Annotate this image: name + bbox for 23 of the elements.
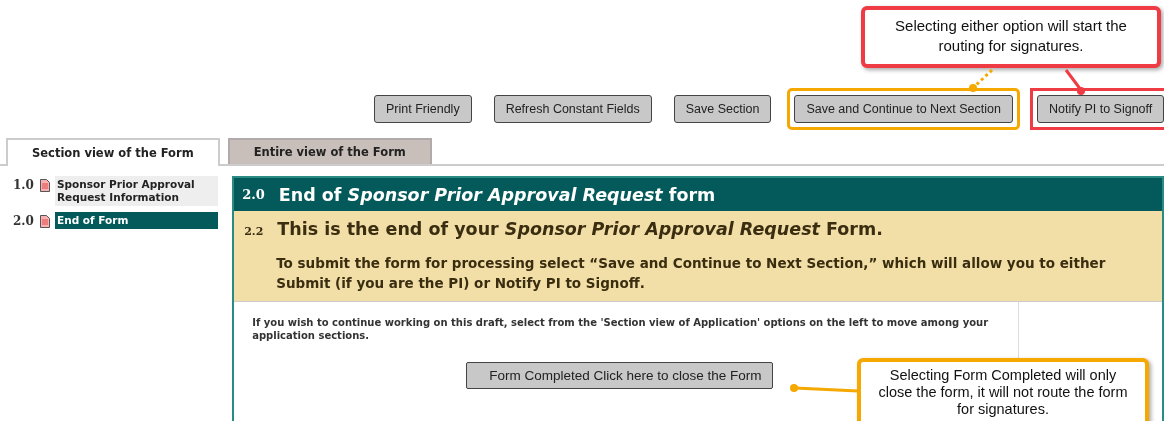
subsection-number: 2.2 <box>244 225 264 238</box>
toolbar-button[interactable]: Refresh Constant Fields <box>493 95 652 123</box>
callout-box: Selecting either option will start the routing for signatures. <box>861 6 1161 68</box>
toolbar-button[interactable]: Notify PI to Signoff <box>1037 95 1164 123</box>
instruction-text: To submit the form for processing select “Save and Continue to Next Section,” which will allow you to either Submit (if you are the PI) or Notify PI to Signoff. <box>276 254 1107 293</box>
toolbar-button[interactable]: Print Friendly <box>374 95 472 123</box>
sidebar-item[interactable]: Sponsor Prior Approval Request Information <box>55 176 219 206</box>
section-number: 2.0 <box>13 213 35 228</box>
view-tab[interactable]: Section view of the Form <box>6 138 220 166</box>
toolbar-button[interactable]: Save and Continue to Next Section <box>794 95 1013 123</box>
section-number: 2.0 <box>242 187 265 202</box>
sidebar-item[interactable]: End of Form <box>55 212 219 229</box>
view-tab[interactable]: Entire view of the Form <box>227 138 432 164</box>
close-form-button[interactable]: Form Completed Click here to close the Form <box>466 362 773 389</box>
callout-box: Selecting Form Completed will only close the form, it will not route the form for signatures. <box>857 358 1149 421</box>
section-number: 1.0 <box>13 177 35 192</box>
note-text: If you wish to continue working on this draft, select from the 'Section view of Application' options on the left to move among your application sections. <box>252 316 990 342</box>
subsection-heading: This is the end of your Sponsor Prior Approval Request Form. <box>277 219 883 239</box>
toolbar-button[interactable]: Save Section <box>673 95 772 123</box>
document-icon <box>40 179 50 192</box>
connector-line <box>790 384 859 393</box>
section-title: End of Sponsor Prior Approval Request form <box>278 184 716 205</box>
document-icon <box>40 215 50 228</box>
